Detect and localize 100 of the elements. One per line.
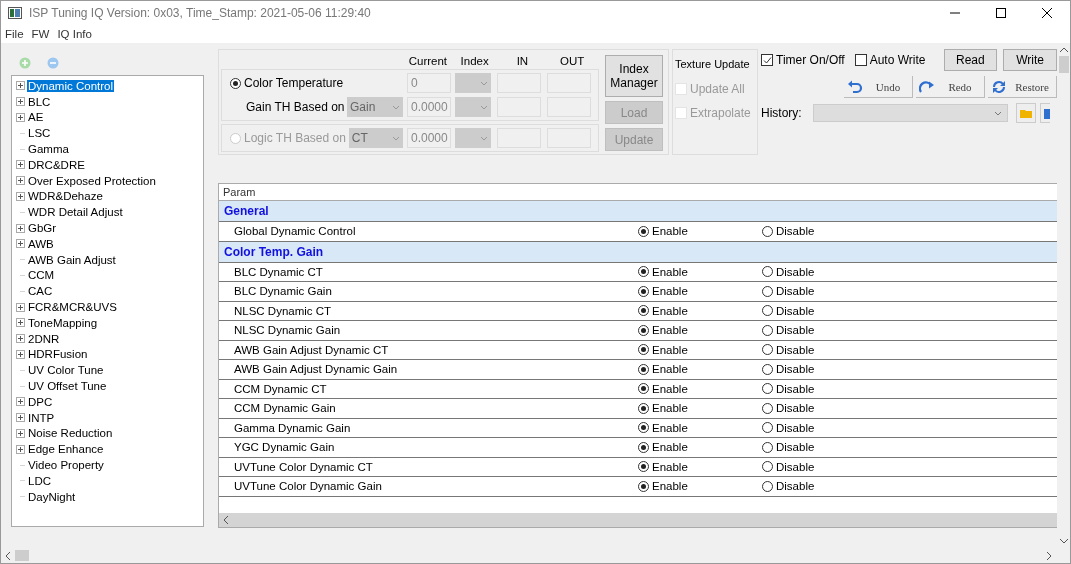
radio-label: Color Temperature (244, 76, 344, 90)
history-button[interactable]: Undo (844, 76, 913, 98)
radio-button[interactable] (762, 422, 773, 434)
checkbox[interactable] (854, 54, 867, 66)
radio-button[interactable] (638, 285, 649, 297)
tree-item[interactable]: 2DNR (27, 332, 61, 345)
radio-button[interactable] (638, 402, 649, 414)
expand-icon[interactable] (16, 349, 25, 359)
tree-item[interactable]: CCM (27, 269, 56, 282)
radio-button[interactable] (762, 324, 773, 336)
property-name: NLSC Dynamic CT (233, 304, 333, 317)
radio-button[interactable] (638, 344, 649, 356)
scroll-thumb[interactable] (15, 550, 29, 561)
tree-item[interactable]: WDR Detail Adjust (27, 206, 124, 219)
tree-item[interactable]: Video Property (27, 459, 105, 471)
tree-item[interactable]: LSC (27, 127, 52, 140)
tree-item[interactable]: Dynamic Control (27, 79, 114, 92)
close-icon (1042, 8, 1052, 18)
history-button[interactable]: Redo (916, 76, 985, 98)
tree-item[interactable]: ToneMapping (27, 316, 99, 329)
radio-button[interactable] (638, 225, 649, 237)
expand-icon[interactable] (16, 176, 25, 186)
tree-item[interactable]: AWB Gain Adjust (27, 253, 117, 266)
expand-icon[interactable] (16, 239, 25, 249)
radio-button[interactable] (638, 305, 649, 317)
expand-icon[interactable] (16, 318, 25, 328)
refresh-icon (991, 79, 1007, 94)
radio-button[interactable] (638, 266, 649, 278)
radio-button[interactable] (638, 461, 649, 473)
app-icon (8, 7, 22, 19)
radio-button[interactable] (762, 383, 773, 395)
expand-icon[interactable] (16, 223, 25, 233)
action-button[interactable]: Index Manager (605, 55, 663, 97)
property-name: Gamma Dynamic Gain (233, 421, 352, 434)
expand-icon[interactable] (16, 428, 25, 438)
expand-icon[interactable] (16, 81, 25, 91)
expand-icon[interactable] (16, 334, 25, 344)
expand-icon[interactable] (16, 302, 25, 312)
tree-item[interactable]: GbGr (27, 222, 58, 235)
tree-item[interactable]: FCR&MCR&UVS (27, 301, 118, 314)
radio-button[interactable] (762, 441, 773, 453)
radio-button[interactable] (762, 461, 773, 473)
radio-button[interactable] (230, 77, 241, 89)
radio-button[interactable] (762, 266, 773, 278)
tree-item[interactable]: WDR&Dehaze (27, 190, 104, 203)
radio-label: Enable (652, 324, 688, 337)
tree-item[interactable]: Gamma (27, 143, 70, 156)
radio-button[interactable] (762, 225, 773, 237)
radio-button[interactable] (638, 422, 649, 434)
radio-button[interactable] (762, 344, 773, 356)
radio-button[interactable] (762, 305, 773, 317)
checkbox-label: Extrapolate (690, 106, 751, 120)
horizontal-scrollbar[interactable] (219, 513, 1057, 527)
checkbox[interactable] (761, 54, 773, 66)
action-button[interactable]: Read (943, 49, 998, 71)
tree-item[interactable]: BLC (27, 95, 52, 108)
section-header: Color Temp. Gain (219, 241, 1057, 263)
radio-button[interactable] (638, 363, 649, 375)
scroll-thumb[interactable] (1058, 56, 1069, 73)
tree-item[interactable]: HDRFusion (27, 348, 89, 361)
tree-item[interactable]: LDC (27, 474, 52, 487)
menu-item[interactable]: File (5, 28, 24, 40)
tree-item[interactable]: DRC&DRE (27, 158, 86, 171)
tree-item[interactable]: INTP (27, 411, 56, 424)
field-label: History: (761, 106, 803, 120)
expand-icon[interactable] (16, 444, 25, 454)
expand-icon[interactable] (16, 191, 25, 201)
save-button[interactable] (1040, 103, 1050, 123)
tree-item[interactable]: AWB (27, 237, 55, 250)
radio-button[interactable] (638, 383, 649, 395)
radio-button[interactable] (762, 402, 773, 414)
menu-item[interactable]: FW (31, 28, 50, 40)
tree-item[interactable]: Edge Enhance (27, 443, 105, 456)
tree-item[interactable]: AE (27, 111, 45, 124)
expand-icon[interactable] (16, 397, 25, 407)
radio-button[interactable] (762, 363, 773, 375)
expand-icon[interactable] (16, 160, 25, 170)
scroll-right-icon (1046, 551, 1052, 560)
action-button[interactable]: Write (1003, 49, 1057, 71)
tree-item[interactable]: DPC (27, 395, 54, 408)
expand-icon[interactable] (16, 97, 25, 107)
tree-item[interactable]: DayNight (27, 490, 77, 503)
menu-item[interactable]: IQ Info (57, 28, 92, 40)
radio-button[interactable] (638, 324, 649, 336)
radio-label: Enable (652, 285, 688, 298)
dropdown[interactable]: Gain (347, 97, 403, 117)
tree-item[interactable]: UV Color Tune (27, 364, 105, 377)
tree-item[interactable]: Over Exposed Protection (27, 174, 157, 187)
radio-button[interactable] (638, 441, 649, 453)
expand-icon[interactable] (16, 413, 25, 423)
radio-label: Disable (776, 460, 815, 473)
tree-item[interactable]: UV Offset Tune (27, 380, 108, 393)
tree-item[interactable]: Noise Reduction (27, 427, 114, 440)
expand-icon[interactable] (16, 113, 25, 122)
radio-button[interactable] (638, 480, 649, 492)
tree-item[interactable]: CAC (27, 285, 54, 298)
history-button[interactable]: Restore (988, 76, 1057, 98)
radio-button[interactable] (762, 480, 773, 492)
radio-button[interactable] (762, 285, 773, 297)
property-name: CCM Dynamic Gain (233, 402, 337, 415)
